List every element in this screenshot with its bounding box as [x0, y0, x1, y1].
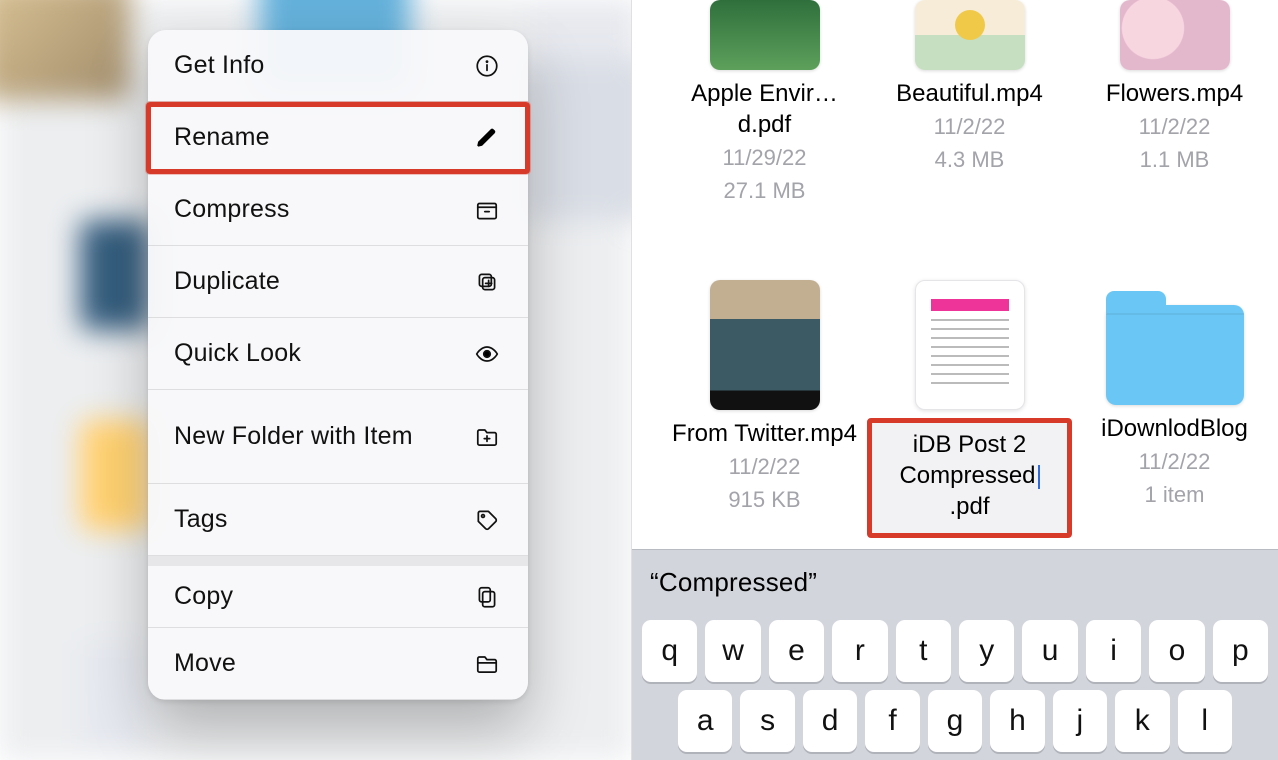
file-thumbnail: [1106, 305, 1244, 405]
left-screenshot: Get Info Rename Compress Duplicate Quick Loo…: [0, 0, 631, 760]
file-size: 27.1 MB: [662, 177, 867, 206]
right-screenshot: Apple Envir…d.pdf11/29/2227.1 MBBeautifu…: [631, 0, 1278, 760]
context-menu: Get Info Rename Compress Duplicate Quick Loo…: [148, 30, 528, 700]
file-date: 11/2/22: [867, 113, 1072, 142]
pencil-icon: [472, 123, 502, 153]
key-s[interactable]: s: [740, 690, 794, 752]
rename-input-highlight[interactable]: iDB Post 2 Compressed.pdf: [867, 418, 1072, 538]
new-folder-icon: [472, 422, 502, 452]
file-date: 11/29/22: [662, 144, 867, 173]
file-name: Flowers.mp4: [1072, 78, 1277, 109]
copy-icon: [472, 582, 502, 612]
key-j[interactable]: j: [1053, 690, 1107, 752]
menu-item-label: Get Info: [174, 50, 265, 81]
info-icon: [472, 51, 502, 81]
key-i[interactable]: i: [1086, 620, 1141, 682]
menu-item-label: Quick Look: [174, 338, 301, 369]
keyboard-row-2: asdfghjkl: [636, 690, 1274, 760]
file-tile[interactable]: From Twitter.mp4 11/2/22 915 KB: [662, 280, 867, 514]
key-o[interactable]: o: [1149, 620, 1204, 682]
file-size: 1.1 MB: [1072, 146, 1277, 175]
archive-icon: [472, 195, 502, 225]
file-name: iDownlodBlog: [1072, 413, 1277, 444]
file-tile[interactable]: Flowers.mp4 11/2/22 1.1 MB: [1072, 0, 1277, 174]
file-name: From Twitter.mp4: [662, 418, 867, 449]
key-k[interactable]: k: [1115, 690, 1169, 752]
file-thumbnail: [710, 0, 820, 70]
key-h[interactable]: h: [990, 690, 1044, 752]
tag-icon: [472, 505, 502, 535]
menu-item-tags[interactable]: Tags: [148, 484, 528, 556]
file-size: 4.3 MB: [867, 146, 1072, 175]
move-folder-icon: [472, 649, 502, 679]
keyboard-row-1: qwertyuiop: [636, 620, 1274, 690]
menu-item-label: Copy: [174, 581, 233, 612]
key-e[interactable]: e: [769, 620, 824, 682]
key-t[interactable]: t: [896, 620, 951, 682]
menu-item-get-info[interactable]: Get Info: [148, 30, 528, 102]
file-tile[interactable]: iDB Post 2 Compressed.pdf: [867, 280, 1072, 538]
menu-item-label: Tags: [174, 504, 228, 535]
key-w[interactable]: w: [705, 620, 760, 682]
key-r[interactable]: r: [832, 620, 887, 682]
key-d[interactable]: d: [803, 690, 857, 752]
file-thumbnail: [915, 0, 1025, 70]
file-date: 11/2/22: [1072, 448, 1277, 477]
keyboard-suggestion[interactable]: “Compressed”: [632, 550, 1278, 614]
file-name-editing[interactable]: iDB Post 2 Compressed.pdf: [876, 429, 1063, 523]
file-size: 915 KB: [662, 486, 867, 515]
keyboard-area: “Compressed” qwertyuiop asdfghjkl: [632, 550, 1278, 760]
key-a[interactable]: a: [678, 690, 732, 752]
eye-icon: [472, 339, 502, 369]
menu-item-label: Rename: [174, 122, 270, 153]
key-u[interactable]: u: [1022, 620, 1077, 682]
file-thumbnail: [1120, 0, 1230, 70]
menu-item-label: Move: [174, 648, 236, 679]
file-name: Apple Envir…d.pdf: [662, 78, 867, 140]
keyboard-spacer: [1240, 690, 1268, 752]
file-date: 11/2/22: [662, 453, 867, 482]
menu-item-move[interactable]: Move: [148, 628, 528, 700]
menu-item-rename[interactable]: Rename: [148, 102, 528, 174]
keyboard: qwertyuiop asdfghjkl: [632, 614, 1278, 760]
menu-item-quick-look[interactable]: Quick Look: [148, 318, 528, 390]
key-l[interactable]: l: [1178, 690, 1232, 752]
file-thumbnail: [915, 280, 1025, 410]
key-f[interactable]: f: [865, 690, 919, 752]
file-size: 1 item: [1072, 481, 1277, 510]
file-tile[interactable]: Beautiful.mp4 11/2/22 4.3 MB: [867, 0, 1072, 174]
menu-item-copy[interactable]: Copy: [148, 556, 528, 628]
key-q[interactable]: q: [642, 620, 697, 682]
key-p[interactable]: p: [1213, 620, 1268, 682]
menu-item-duplicate[interactable]: Duplicate: [148, 246, 528, 318]
file-tile[interactable]: iDownlodBlog 11/2/22 1 item: [1072, 280, 1277, 509]
menu-item-label: New Folder with Item: [174, 421, 413, 452]
menu-item-compress[interactable]: Compress: [148, 174, 528, 246]
key-g[interactable]: g: [928, 690, 982, 752]
file-date: 11/2/22: [1072, 113, 1277, 142]
keyboard-spacer: [642, 690, 670, 752]
duplicate-icon: [472, 267, 502, 297]
menu-item-label: Duplicate: [174, 266, 280, 297]
key-y[interactable]: y: [959, 620, 1014, 682]
file-thumbnail: [710, 280, 820, 410]
file-tile[interactable]: Apple Envir…d.pdf 11/29/22 27.1 MB: [662, 0, 867, 206]
menu-item-new-folder-with-item[interactable]: New Folder with Item: [148, 390, 528, 484]
file-name: Beautiful.mp4: [867, 78, 1072, 109]
menu-item-label: Compress: [174, 194, 290, 225]
